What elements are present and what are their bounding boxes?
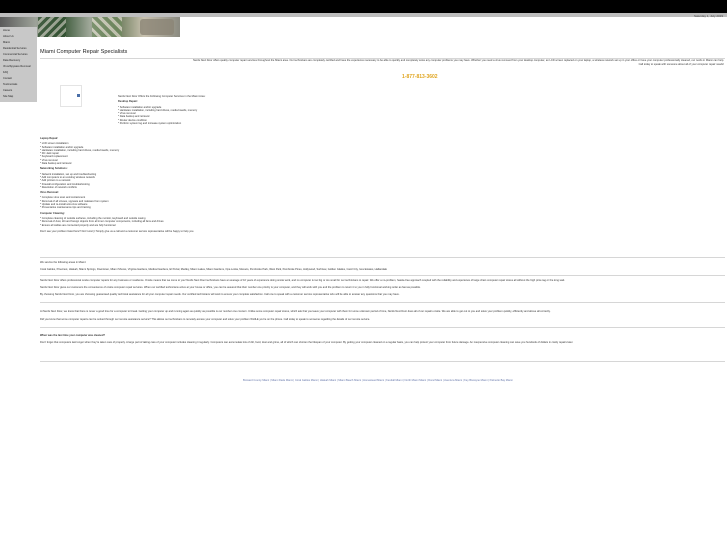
network-heading: Networking Solutions: [40, 167, 68, 171]
convenience-paragraph: Nerds Next Door gives our customers the … [40, 286, 421, 289]
no-good-time-paragraph: At Nerds Next Door, we know that there i… [40, 310, 551, 313]
top-black-bar [0, 0, 727, 13]
services-image [60, 85, 82, 107]
sidebar-item-careers[interactable]: Careers [3, 89, 12, 92]
sidebar-item-data-recovery[interactable]: Data Recovery [3, 59, 20, 62]
sidebar-item-home[interactable]: Home [3, 29, 10, 32]
virus-heading: Virus Removal: [40, 191, 59, 195]
sidebar-item-contact[interactable]: Contact [3, 77, 12, 80]
remote-paragraph: Did you know that some computer repairs … [40, 318, 371, 321]
current-date: Saturday 1, July 2019 [693, 13, 723, 18]
list-item: * Data backup and retrieval [40, 162, 72, 166]
dont-see-text: Don't see your problem listed here? Don'… [40, 229, 195, 233]
list-item: * Preventative maintenance tips and trai… [40, 206, 91, 210]
sidebar-item-about[interactable]: About Us [3, 35, 14, 38]
list-item: * Ensure all cables are connected proper… [40, 223, 116, 227]
service-lists: Laptop Repair: * LCD screen installation… [40, 135, 194, 233]
list-item: * Perform system log and increase system… [118, 122, 182, 126]
page-title: Miami Computer Repair Specialists [40, 49, 128, 55]
cleaning-heading: Computer Cleaning: [40, 211, 65, 215]
sidebar-nav: Home About Us Miami Residential Services… [0, 27, 37, 102]
cleaning-question: When was the last time your computer was… [40, 334, 106, 337]
footer-links[interactable]: Broward County Miami | Miami Dade Miami … [243, 379, 513, 382]
sidebar-item-miami[interactable]: Miami [3, 41, 10, 44]
banner-collage-piece [140, 19, 174, 35]
areas-heading: We service the following areas in Miami: [40, 261, 87, 264]
section-divider [40, 302, 725, 303]
desktop-services: Nerds Next Door Offers the Following Com… [118, 95, 205, 125]
section-divider [40, 327, 725, 328]
section-divider [40, 275, 725, 276]
sidebar-item-faq[interactable]: FAQ [3, 71, 8, 74]
intro-text-cta: Call today to speak with someone about a… [638, 62, 724, 66]
sidebar-item-commercial[interactable]: Commercial Services [3, 53, 28, 56]
sidebar-item-residential[interactable]: Residential Services [3, 47, 27, 50]
banner-collage-piece [92, 17, 122, 37]
services-image-mark [77, 94, 80, 97]
phone-number[interactable]: 1-877-813-3602 [402, 74, 438, 80]
onsite-paragraph: Nerds Next Door offers professional onsi… [40, 279, 565, 282]
guarantee-paragraph: By choosing Nerds Next Door, you are cho… [40, 293, 400, 296]
main-content: Miami Computer Repair Specialists Nerds … [38, 37, 727, 545]
services-intro: Nerds Next Door Offers the Following Com… [118, 95, 206, 98]
laptop-heading: Laptop Repair: [40, 137, 59, 140]
list-item: * Resolution of network conflicts [40, 185, 77, 189]
footer-divider [40, 361, 725, 362]
sidebar-item-virus-removal[interactable]: Virus/Spyware Removal [3, 65, 31, 68]
areas-list: Coral Gables, Pinecrest, Hialeah, Miami … [40, 268, 387, 271]
section-divider [40, 257, 725, 258]
banner-collage-piece [38, 17, 66, 37]
sidebar-item-sitemap[interactable]: Site Map [3, 95, 13, 98]
sidebar-item-testimonials[interactable]: Testimonials [3, 83, 17, 86]
desktop-heading: Desktop Repair: [118, 100, 138, 104]
cleaning-paragraph: Don't forget that computers last longer … [40, 341, 574, 344]
